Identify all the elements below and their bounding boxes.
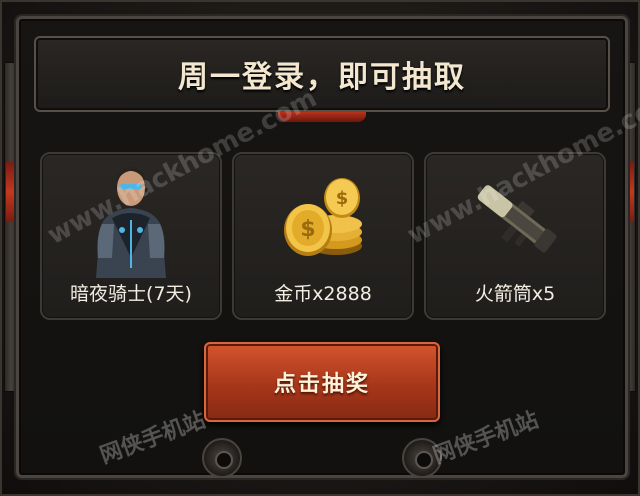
armored-knight-icon [42, 158, 220, 278]
reward-label-rocket: 火箭筒x5 [474, 283, 556, 305]
draw-button-label: 点击抽奖 [273, 372, 370, 397]
title-red-tab [278, 112, 366, 122]
reward-cards: 暗夜骑士(7天) $ $ 金币x2888 火箭筒x5 [40, 152, 606, 320]
reward-card-coins[interactable]: $ $ 金币x2888 [232, 152, 414, 320]
svg-text:$: $ [300, 217, 315, 242]
svg-text:$: $ [336, 188, 349, 209]
reward-label-knight: 暗夜骑士(7天) [70, 283, 192, 305]
bottom-right-knob [402, 438, 442, 478]
bottom-left-knob [202, 438, 242, 478]
panel-title: 周一登录，即可抽取 [178, 60, 466, 95]
draw-button[interactable]: 点击抽奖 [204, 342, 440, 422]
gold-coins-icon: $ $ [234, 158, 412, 278]
reward-card-rocket[interactable]: 火箭筒x5 [424, 152, 606, 320]
reward-label-coins: 金币x2888 [274, 283, 372, 305]
reward-card-knight[interactable]: 暗夜骑士(7天) [40, 152, 222, 320]
title-bar: 周一登录，即可抽取 [34, 36, 610, 112]
left-red-accent [6, 162, 16, 222]
rocket-launcher-icon [426, 158, 604, 278]
event-panel-frame: 周一登录，即可抽取 暗夜骑士(7天) $ $ 金币x2888 火箭筒x5 点击抽… [0, 0, 640, 496]
